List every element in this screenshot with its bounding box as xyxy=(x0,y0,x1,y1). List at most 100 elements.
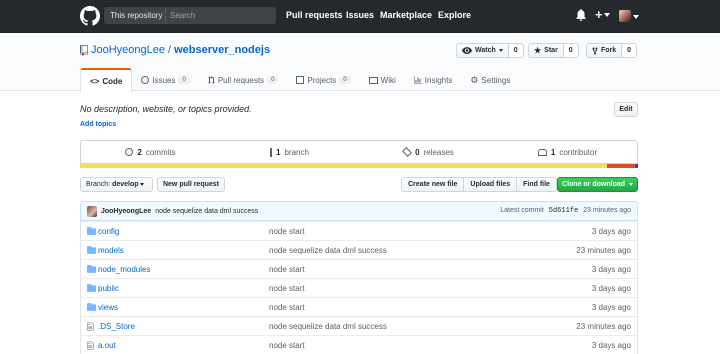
table-row: node_modules node start 3 days ago xyxy=(81,259,637,278)
tab-code[interactable]: <> Code xyxy=(80,68,133,93)
watch-count[interactable]: 0 xyxy=(508,43,524,58)
tab-issues[interactable]: Issues 0 xyxy=(132,68,198,92)
plus-icon[interactable]: + xyxy=(595,7,603,22)
issue-icon xyxy=(141,76,150,84)
tab-counter: 0 xyxy=(178,76,190,84)
watch-control: Watch 0 xyxy=(456,43,524,58)
tab-wiki[interactable]: Wiki xyxy=(360,68,405,92)
upload-files-button[interactable]: Upload files xyxy=(463,177,517,192)
repo-owner-link[interactable]: JooHyeongLee xyxy=(91,44,165,56)
folder-icon xyxy=(87,303,96,313)
chevron-down-icon xyxy=(498,49,503,52)
releases-label: releases xyxy=(423,147,454,157)
commit-author[interactable]: JooHyeongLee xyxy=(101,208,151,215)
eye-icon xyxy=(462,47,472,54)
tab-insights[interactable]: Insights xyxy=(405,68,462,92)
folder-icon xyxy=(87,246,96,256)
tab-counter: 0 xyxy=(339,76,351,84)
chevron-down-icon xyxy=(140,182,145,186)
releases-count: 0 xyxy=(415,147,420,157)
repo-name-link[interactable]: webserver_nodejs xyxy=(174,44,270,56)
tab-pull-requests[interactable]: Pull requests 0 xyxy=(199,68,288,92)
file-name-link[interactable]: public xyxy=(98,284,119,293)
organization-icon xyxy=(537,148,547,156)
releases-summary[interactable]: 0 releases xyxy=(359,141,498,163)
language-bar[interactable] xyxy=(80,164,638,168)
table-row: a.out node start 3 days ago xyxy=(81,335,637,354)
add-topics-link[interactable]: Add topics xyxy=(80,121,116,128)
file-name-link[interactable]: models xyxy=(98,246,124,255)
table-row: models node sequelize data dml success 2… xyxy=(81,240,637,259)
search-box[interactable]: This repository xyxy=(104,7,276,24)
contributors-label: contributor xyxy=(559,147,598,157)
star-count[interactable]: 0 xyxy=(563,43,579,58)
file-actions: Create new file Upload files Find file xyxy=(401,177,557,192)
chevron-down-icon xyxy=(633,15,639,19)
edit-description-button[interactable]: Edit xyxy=(614,102,638,117)
commits-summary[interactable]: 2 commits xyxy=(81,141,220,163)
file-commit-message[interactable]: node start xyxy=(269,341,305,350)
file-name-link[interactable]: .DS_Store xyxy=(98,322,135,331)
file-age: 23 minutes ago xyxy=(576,321,631,331)
clone-download-button[interactable]: Clone or download xyxy=(557,177,638,192)
global-header: This repository Pull requests Issues Mar… xyxy=(0,0,720,33)
star-button[interactable]: ★ Star xyxy=(528,43,564,58)
latest-commit-info: Latest commit 5d611fe 23 minutes ago xyxy=(500,207,631,215)
tab-settings[interactable]: ⚙ Settings xyxy=(461,68,519,92)
table-row: views node start 3 days ago xyxy=(81,297,637,316)
branches-summary[interactable]: 1 branch xyxy=(220,141,359,163)
file-age: 23 minutes ago xyxy=(576,245,631,255)
file-name-link[interactable]: node_modules xyxy=(98,265,150,274)
fork-control: Fork 0 xyxy=(586,43,638,58)
file-commit-message[interactable]: node start xyxy=(269,265,305,274)
watch-button[interactable]: Watch xyxy=(456,43,509,58)
file-commit-message[interactable]: node start xyxy=(269,303,305,312)
nav-issues[interactable]: Issues xyxy=(346,10,374,20)
nav-marketplace[interactable]: Marketplace xyxy=(380,10,432,20)
language-segment[interactable] xyxy=(635,164,638,168)
file-commit-message[interactable]: node start xyxy=(269,227,305,236)
file-age: 3 days ago xyxy=(591,264,631,274)
file-name-link[interactable]: config xyxy=(98,227,119,236)
numbers-summary: 2 commits 1 branch 0 releases 1 contribu… xyxy=(80,140,638,164)
fork-button[interactable]: Fork xyxy=(586,43,623,58)
tab-projects[interactable]: Projects 0 xyxy=(287,68,359,92)
fork-icon xyxy=(592,46,598,55)
folder-icon xyxy=(87,227,96,237)
branch-icon xyxy=(270,147,273,157)
commit-sha-link[interactable]: 5d611fe xyxy=(549,207,578,215)
file-commit-message[interactable]: node sequelize data dml success xyxy=(269,246,387,255)
branches-count: 1 xyxy=(276,147,281,157)
commits-count: 2 xyxy=(137,147,142,157)
tab-label: Projects xyxy=(307,75,337,85)
history-icon xyxy=(125,148,134,156)
file-commit-message[interactable]: node start xyxy=(269,284,305,293)
pull-request-icon xyxy=(208,76,215,84)
nav-explore[interactable]: Explore xyxy=(438,10,471,20)
language-segment[interactable] xyxy=(607,164,636,168)
fork-count[interactable]: 0 xyxy=(622,43,638,58)
file-age: 3 days ago xyxy=(591,340,631,350)
contributors-summary[interactable]: 1 contributor xyxy=(498,141,637,163)
file-commit-message[interactable]: node sequelize data dml success xyxy=(269,322,387,331)
nav-pull-requests[interactable]: Pull requests xyxy=(286,10,343,20)
commit-message[interactable]: node sequelize data dml success xyxy=(155,208,258,215)
find-file-button[interactable]: Find file xyxy=(516,177,557,192)
avatar[interactable] xyxy=(87,205,97,217)
bell-icon[interactable] xyxy=(576,9,586,21)
create-new-file-button[interactable]: Create new file xyxy=(401,177,464,192)
repo-tabs: <> Code Issues 0 Pull requests 0 Project… xyxy=(80,68,519,93)
user-avatar[interactable] xyxy=(619,10,631,22)
star-label: Star xyxy=(544,47,558,54)
gear-icon: ⚙ xyxy=(470,74,479,85)
file-name-link[interactable]: a.out xyxy=(98,341,116,350)
branch-select-button[interactable]: Branch: develop xyxy=(80,177,153,192)
github-logo-icon[interactable] xyxy=(80,6,100,26)
file-age: 3 days ago xyxy=(591,283,631,293)
file-name-link[interactable]: views xyxy=(98,303,118,312)
repo-icon xyxy=(80,44,88,56)
search-scope-label: This repository xyxy=(104,7,166,24)
search-input[interactable] xyxy=(170,9,270,22)
language-segment[interactable] xyxy=(80,164,608,168)
new-pull-request-button[interactable]: New pull request xyxy=(157,177,225,192)
